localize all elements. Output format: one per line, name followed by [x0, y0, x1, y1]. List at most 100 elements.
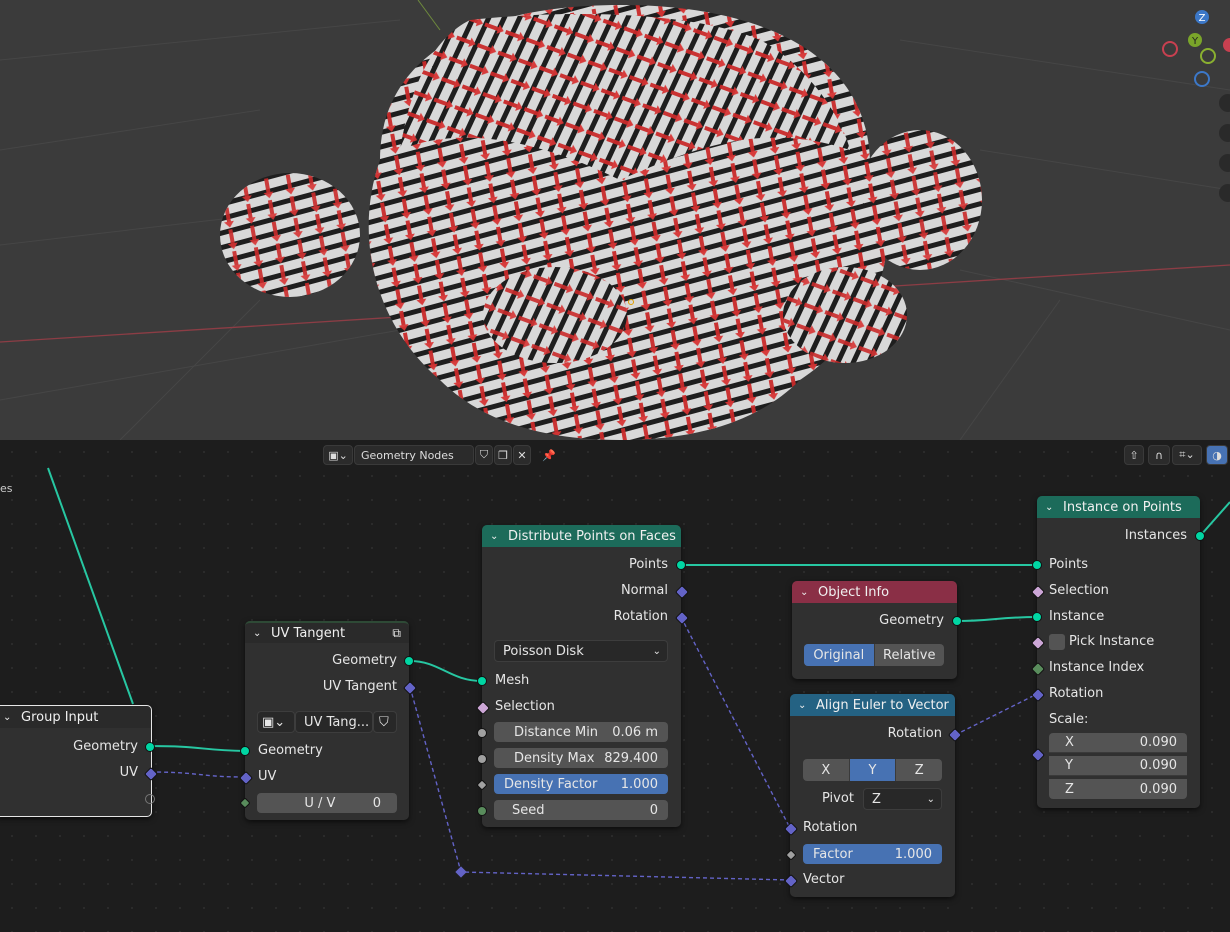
3d-viewport[interactable]: Z Y — [0, 0, 1230, 440]
socket-geometry-out[interactable] — [404, 656, 414, 666]
node-header[interactable]: ⌄ UV Tangent ⧉ — [245, 621, 409, 643]
field-value: 829.400 — [604, 750, 658, 766]
input-label: Selection — [495, 699, 555, 714]
socket-geometry-out[interactable] — [952, 616, 962, 626]
input-label: Rotation — [803, 820, 858, 835]
link-group-input-upper — [47, 467, 134, 705]
field-value: 0.090 — [1139, 735, 1177, 750]
collapse-icon[interactable]: ⌄ — [490, 531, 502, 542]
socket-points-in[interactable] — [1032, 560, 1042, 570]
collapse-icon[interactable]: ⌄ — [3, 712, 15, 723]
scale-label: Scale: — [1049, 712, 1089, 727]
gizmo-z-label: Z — [1199, 13, 1206, 24]
node-align-euler[interactable]: ⌄ Align Euler to Vector Rotation X Y Z P… — [783, 694, 963, 897]
node-group-input[interactable]: ⌄ Group Input Geometry UV — [0, 705, 159, 817]
pivot-label: Pivot — [822, 791, 854, 806]
viewport-scene: Z Y — [0, 0, 1230, 440]
distribute-method-select[interactable]: Poisson Disk ⌄ — [494, 640, 668, 662]
socket-geometry-out[interactable] — [145, 742, 155, 752]
node-header[interactable]: ⌄ Instance on Points — [1037, 496, 1200, 518]
shield-icon: ⛉ — [379, 714, 389, 730]
gizmo-y-label: Y — [1191, 36, 1199, 47]
output-label: Instances — [1124, 528, 1187, 543]
scale-z-field[interactable]: Z 0.090 — [1049, 779, 1187, 799]
collapse-icon[interactable]: ⌄ — [800, 587, 812, 598]
node-title: Align Euler to Vector — [816, 697, 949, 713]
node-editor[interactable]: ▣⌄ Geometry Nodes ⛉ ❐ ✕ 📌 ⇧ ∩ ⌗⌄ ◑ es ⌄ … — [0, 440, 1230, 932]
output-label: UV — [119, 765, 138, 780]
output-label: Geometry — [332, 653, 397, 668]
scale-x-field[interactable]: X 0.090 — [1049, 733, 1187, 753]
input-label: Mesh — [495, 673, 530, 688]
select-value: Z — [872, 791, 881, 807]
field-label: U / V — [304, 795, 336, 811]
pick-instance-checkbox[interactable] — [1049, 634, 1065, 650]
socket-distance-min-in[interactable] — [477, 728, 487, 738]
node-header[interactable]: ⌄ Object Info — [792, 581, 957, 603]
node-object-info[interactable]: ⌄ Object Info Geometry Original Relative — [792, 581, 962, 679]
socket-density-max-in[interactable] — [477, 754, 487, 764]
field-value: 0.06 m — [612, 724, 658, 740]
input-label: Geometry — [258, 743, 323, 758]
original-option[interactable]: Original — [804, 644, 875, 666]
output-label: Rotation — [887, 726, 942, 741]
factor-field[interactable]: Factor 1.000 — [803, 844, 942, 864]
density-max-field[interactable]: Density Max 829.400 — [494, 748, 668, 768]
axis-y-option[interactable]: Y — [849, 759, 897, 781]
socket-empty-out[interactable] — [145, 794, 155, 804]
socket-geometry-in[interactable] — [240, 746, 250, 756]
pivot-select[interactable]: Z ⌄ — [863, 788, 942, 810]
node-distribute-points[interactable]: ⌄ Distribute Points on Faces Points Norm… — [475, 525, 690, 827]
chevron-down-icon: ⌄ — [652, 645, 661, 657]
uv-field[interactable]: U / V 0 — [257, 793, 397, 813]
scale-y-field[interactable]: Y 0.090 — [1049, 756, 1187, 776]
field-value: 1.000 — [894, 846, 932, 862]
axis-x-option[interactable]: X — [803, 759, 850, 781]
collapse-icon[interactable]: ⌄ — [1045, 502, 1057, 513]
field-value: 0 — [372, 795, 381, 811]
node-group-name[interactable]: UV Tang... — [295, 711, 373, 733]
node-uv-tangent[interactable]: ⌄ UV Tangent ⧉ Geometry UV Tangent ▣⌄ UV… — [238, 621, 418, 820]
seed-field[interactable]: Seed 0 — [494, 800, 668, 820]
viewport-nav-buttons[interactable] — [1219, 94, 1230, 202]
field-label: Z — [1065, 781, 1074, 797]
socket-instances-out[interactable] — [1195, 531, 1205, 541]
link-uv — [149, 771, 246, 778]
socket-instance-in[interactable] — [1032, 612, 1042, 622]
node-title: Object Info — [818, 584, 890, 600]
density-factor-field[interactable]: Density Factor 1.000 — [494, 774, 668, 794]
node-header[interactable]: ⌄ Group Input — [0, 706, 151, 728]
socket-seed-in[interactable] — [477, 806, 487, 816]
node-group-name-label: UV Tang... — [304, 714, 370, 730]
distance-min-field[interactable]: Distance Min 0.06 m — [494, 722, 668, 742]
node-tree-icon: ▣⌄ — [262, 714, 286, 730]
chevron-down-icon: ⌄ — [926, 793, 935, 805]
axis-z-option[interactable]: Z — [896, 759, 942, 781]
input-label: UV — [258, 769, 277, 784]
transform-space-toggle[interactable]: Original Relative — [804, 644, 944, 666]
field-label: Distance Min — [514, 724, 599, 740]
socket-mesh-in[interactable] — [477, 676, 487, 686]
node-header[interactable]: ⌄ Align Euler to Vector — [790, 694, 955, 716]
reroute-node[interactable] — [455, 866, 467, 878]
navigation-gizmo[interactable]: Z Y — [1162, 10, 1230, 87]
node-header[interactable]: ⌄ Distribute Points on Faces — [482, 525, 681, 547]
node-title: UV Tangent — [271, 625, 346, 641]
field-label: Density Max — [514, 750, 595, 766]
collapse-icon[interactable]: ⌄ — [798, 700, 810, 711]
node-title: Distribute Points on Faces — [508, 528, 676, 544]
collapse-icon[interactable]: ⌄ — [253, 628, 265, 639]
fake-user-button[interactable]: ⛉ — [373, 711, 397, 733]
output-label: Rotation — [613, 609, 668, 624]
node-group-browse[interactable]: ▣⌄ — [257, 711, 295, 733]
socket-points-out[interactable] — [676, 560, 686, 570]
link-object-to-instance — [956, 616, 1038, 622]
link-instances-out — [1199, 501, 1230, 537]
link-geometry-to-uvtangent — [149, 745, 246, 752]
node-instance-on-points[interactable]: ⌄ Instance on Points Instances Points Se… — [1030, 496, 1205, 808]
relative-option[interactable]: Relative — [875, 644, 945, 666]
axis-toggle[interactable]: X Y Z — [803, 759, 942, 781]
link-rotation-to-align — [680, 616, 791, 829]
select-value: Poisson Disk — [503, 643, 584, 659]
output-label: Normal — [620, 583, 668, 598]
